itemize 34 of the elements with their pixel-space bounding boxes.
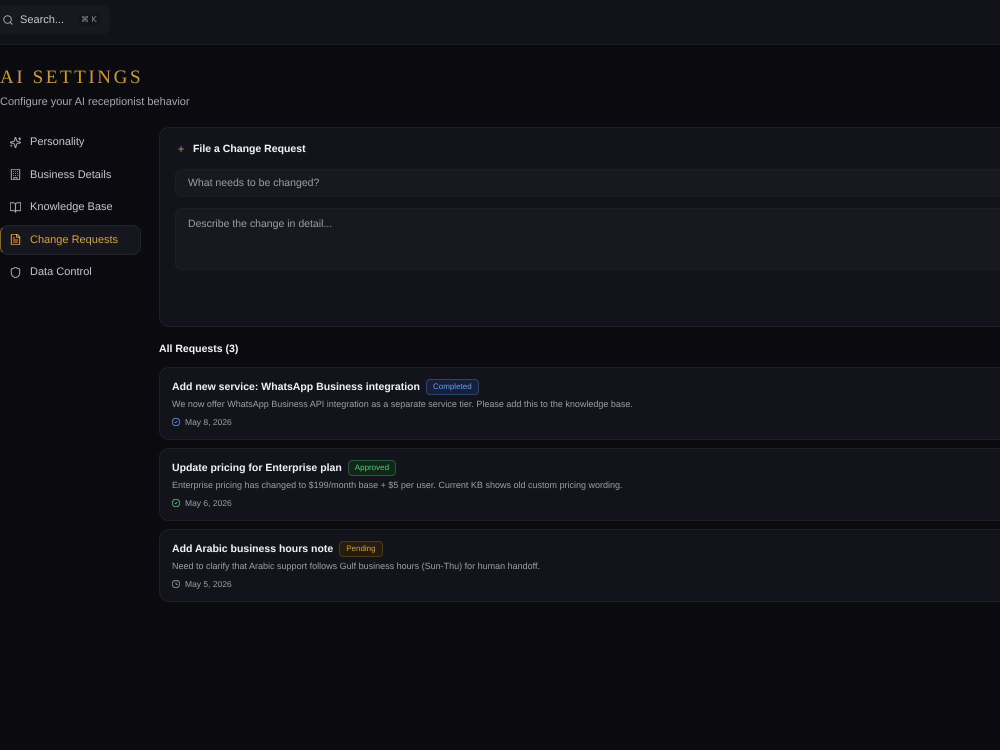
plus-icon — [177, 145, 185, 153]
status-badge: Completed — [426, 379, 479, 395]
shortcut-hint: ⌘ K — [78, 13, 100, 26]
sparkles-icon — [10, 136, 21, 148]
clock-icon — [172, 580, 180, 588]
section-heading: All Requests (3) — [159, 342, 240, 356]
shield-icon — [10, 266, 21, 278]
request-date: May 5, 2026 — [185, 579, 232, 589]
subject-field[interactable]: What needs to be changed? — [175, 169, 1000, 197]
check-circle-icon — [172, 499, 180, 507]
status-badge: Pending — [339, 541, 383, 557]
page-title: AI SETTINGS — [0, 66, 144, 90]
sidebar-item[interactable]: Business Details — [0, 160, 141, 190]
sidebar-item[interactable]: Personality — [0, 127, 141, 157]
request-date: May 6, 2026 — [185, 498, 232, 508]
sidebar-item[interactable]: Knowledge Base — [0, 192, 141, 222]
sidebar-item[interactable]: Change Requests — [0, 224, 141, 254]
request-description: We now offer WhatsApp Business API integration as a separate service tier. Please add this to the knowledge base. — [172, 398, 634, 410]
status-badge: Approved — [348, 460, 396, 476]
open-book-icon — [10, 202, 21, 212]
details-field[interactable]: Describe the change in detail... — [175, 208, 1000, 270]
sidebar-item[interactable]: Data Control — [0, 257, 141, 287]
request-description: Enterprise pricing has changed to $199/month base + $5 per user. Current KB shows old custom pricing wording. — [172, 479, 624, 491]
check-circle-icon — [172, 418, 180, 426]
request-title: Add new service: WhatsApp Business integration — [172, 381, 420, 393]
building-icon — [10, 169, 21, 180]
page-subtitle: Configure your AI receptionist behavior — [0, 95, 191, 109]
request-description: Need to clarify that Arabic support follows Gulf business hours (Sun-Thu) for human handoff. — [172, 560, 542, 572]
form-title: File a Change Request — [193, 143, 306, 155]
document-icon — [10, 234, 21, 245]
search-icon — [3, 14, 13, 24]
request-title: Add Arabic business hours note — [172, 543, 334, 555]
request-date: May 8, 2026 — [185, 417, 232, 427]
request-title: Update pricing for Enterprise plan — [172, 462, 342, 474]
